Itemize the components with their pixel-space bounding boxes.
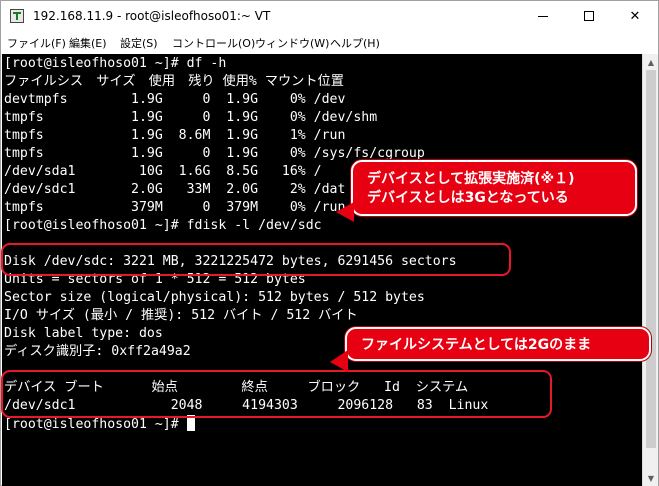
filesystem-callout: ファイルシステムとしては2Gのまま: [345, 327, 651, 361]
menu-help[interactable]: ヘルプ(H): [330, 35, 380, 51]
maximize-icon: [584, 11, 594, 21]
terminal-line-df-tmpfs-run-user: tmpfs 379M 0 379M 0% /run: [4, 200, 346, 215]
callout-extension-pointer: [336, 202, 354, 222]
menu-edit[interactable]: 編集(E): [69, 35, 107, 51]
scroll-down-arrow-icon[interactable]: ▼: [643, 470, 659, 486]
scroll-thumb[interactable]: [646, 70, 656, 448]
terminal-line-df-sdc1: /dev/sdc1 2.0G 33M 2.0G 2% /dat: [4, 182, 346, 197]
terminal-line-df-tmpfs-shm: tmpfs 1.9G 0 1.9G 0% /dev/shm: [4, 110, 378, 125]
disk-size-highlight-box: [1, 243, 511, 276]
window-title: 192.168.11.9 - root@isleofhoso01:~ VT: [33, 9, 271, 23]
close-icon: ✕: [629, 8, 641, 24]
minimize-icon: [538, 15, 548, 17]
callout-filesystem-text: ファイルシステムとしては2Gのまま: [361, 337, 592, 353]
close-button[interactable]: ✕: [612, 1, 658, 31]
final-prompt-text: [root@isleofhoso01 ~]#: [4, 417, 187, 432]
callout-extension-line2: デバイスとしは3Gとなっている: [367, 190, 569, 206]
partition-highlight-box: [1, 370, 552, 418]
terminal-line-prompt-df: [root@isleofhoso01 ~]# df -h: [4, 56, 227, 71]
vertical-scrollbar[interactable]: ▲ ▼: [642, 54, 658, 486]
terminal-line-df-sda1: /dev/sda1 10G 1.6G 8.5G 16% /: [4, 164, 322, 179]
menu-settings[interactable]: 設定(S): [120, 35, 158, 51]
callout-extension-line1: デバイスとして拡張実施済(※１): [367, 171, 575, 187]
terminal-line-df-devtmpfs: devtmpfs 1.9G 0 1.9G 0% /dev: [4, 92, 346, 107]
title-bar[interactable]: 192.168.11.9 - root@isleofhoso01:~ VT ✕: [1, 1, 658, 31]
terminal-line-label-type: Disk label type: dos: [4, 326, 163, 341]
terminal-line-df-tmpfs-run: tmpfs 1.9G 8.6M 1.9G 1% /run: [4, 128, 346, 143]
terminal-line-prompt-fdisk: [root@isleofhoso01 ~]# fdisk -l /dev/sdc: [4, 218, 322, 233]
terminal-line-sector-size: Sector size (logical/physical): 512 byte…: [4, 290, 425, 305]
terminal-line-df-header: ファイルシス サイズ 使用 残り 使用% マウント位置: [4, 74, 344, 89]
menu-bar: ファイル(F) 編集(E) 設定(S) コントロール(O) ウィンドウ(W) ヘ…: [1, 31, 658, 53]
callout-filesystem-pointer: [330, 350, 348, 372]
menu-control[interactable]: コントロール(O): [172, 35, 255, 51]
maximize-button[interactable]: [566, 1, 612, 31]
device-extension-callout: デバイスとして拡張実施済(※１) デバイスとしは3Gとなっている: [351, 160, 637, 216]
scroll-up-arrow-icon[interactable]: ▲: [643, 54, 659, 70]
minimize-button[interactable]: [520, 1, 566, 31]
menu-window[interactable]: ウィンドウ(W): [255, 35, 329, 51]
terminal-line-io-size: I/O サイズ (最小 / 推奨): 512 バイト / 512 バイト: [4, 308, 358, 323]
menu-file[interactable]: ファイル(F): [7, 35, 66, 51]
teraterm-app-icon[interactable]: [10, 9, 24, 23]
terminal-line-disk-id: ディスク識別子: 0xff2a49a2: [4, 344, 191, 359]
